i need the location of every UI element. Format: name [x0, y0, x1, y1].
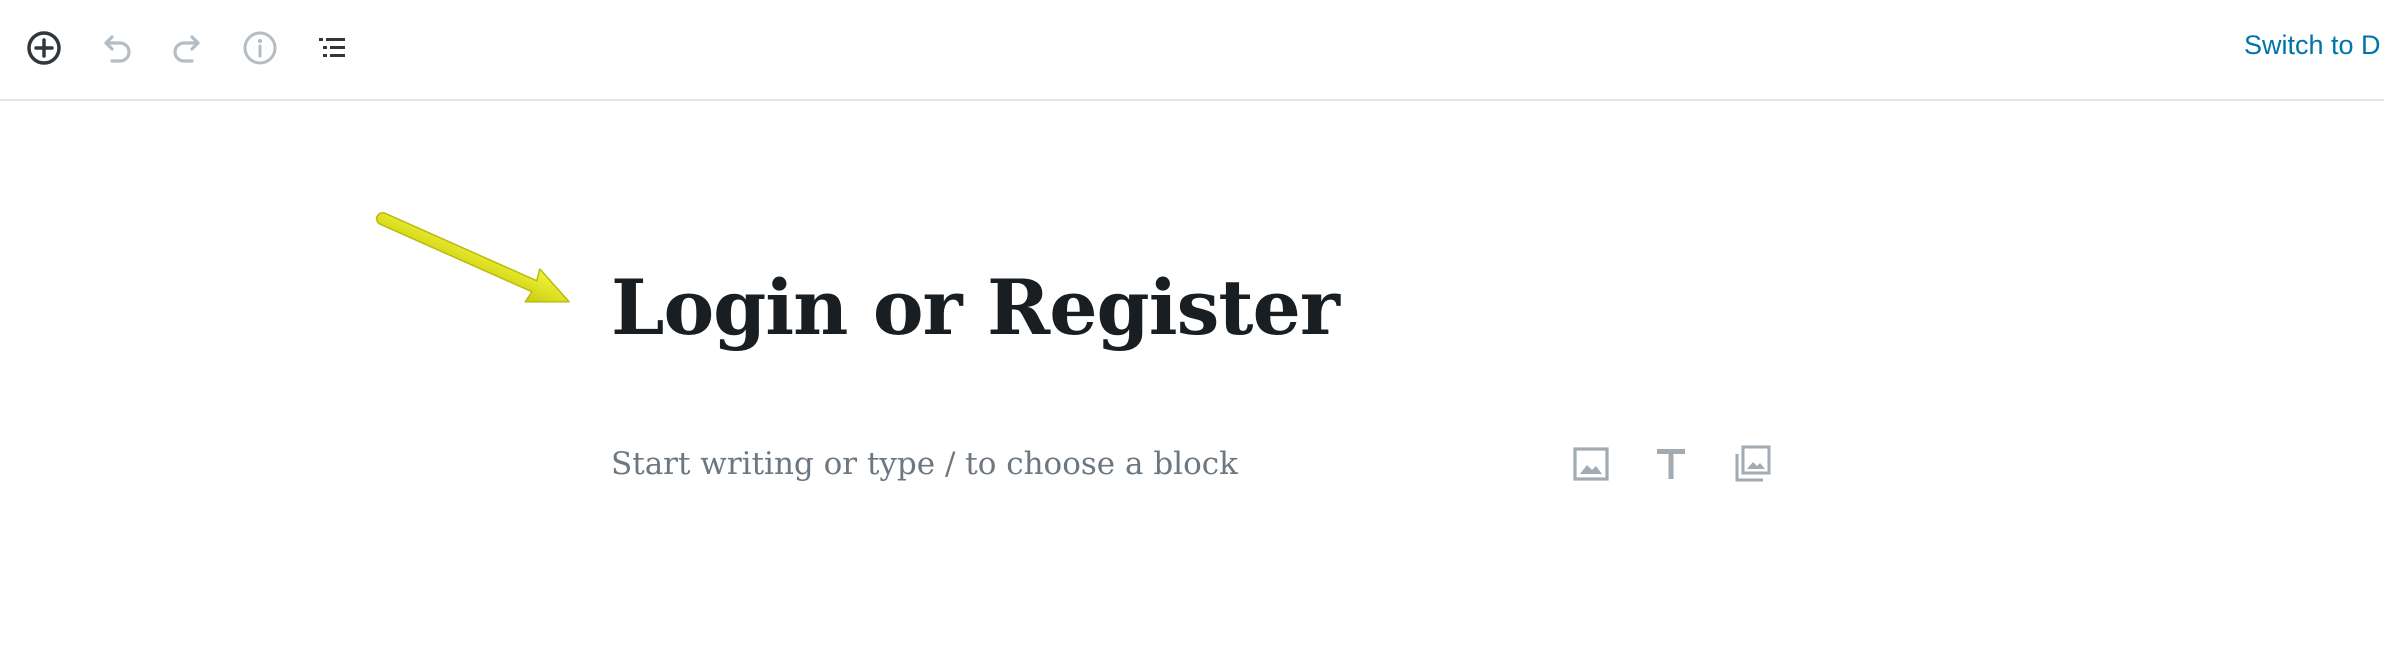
yellow-arrow-icon	[375, 212, 570, 303]
undo-button[interactable]	[92, 24, 140, 72]
heading-icon	[1657, 449, 1685, 479]
editor-toolbar: Switch to D	[0, 0, 2384, 101]
insert-image-button[interactable]	[1563, 436, 1619, 492]
default-block-appender[interactable]: Start writing or type / to choose a bloc…	[611, 440, 1238, 488]
list-view-icon	[319, 38, 345, 57]
redo-button[interactable]	[164, 24, 212, 72]
redo-icon	[173, 35, 200, 63]
content-info-button[interactable]	[236, 24, 284, 72]
image-icon	[1573, 447, 1609, 481]
block-navigation-button[interactable]	[308, 24, 356, 72]
plus-circle-icon	[27, 31, 61, 65]
post-title[interactable]: Login or Register	[611, 258, 1340, 358]
add-block-button[interactable]	[20, 24, 68, 72]
gallery-icon	[1735, 445, 1771, 482]
switch-to-draft-link[interactable]: Switch to D	[2244, 30, 2381, 61]
insert-gallery-button[interactable]	[1724, 436, 1780, 492]
insert-heading-button[interactable]	[1643, 436, 1699, 492]
undo-icon	[104, 35, 131, 63]
info-icon	[243, 31, 277, 65]
